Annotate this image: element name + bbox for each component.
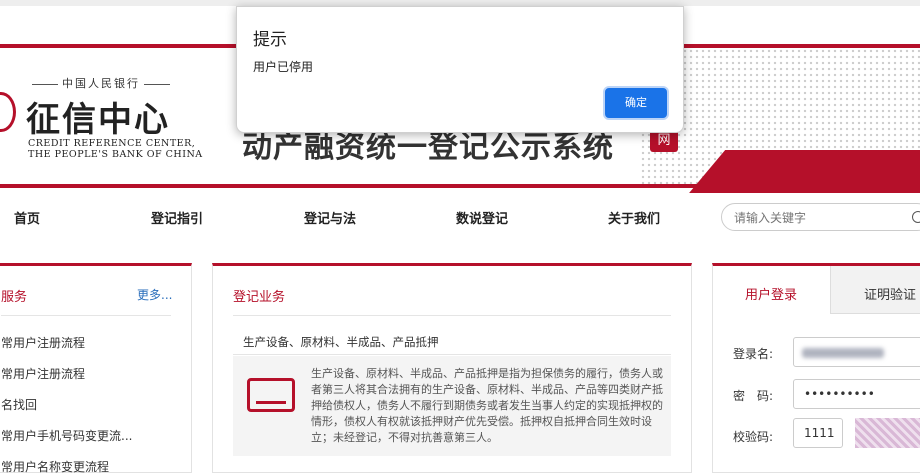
services-more-link[interactable]: 更多... (137, 286, 172, 303)
divider (233, 354, 671, 355)
services-panel: 服务 更多... 常用户注册流程 常用户注册流程 名找回 常用户手机号码变更流.… (0, 263, 192, 475)
dialog-message: 用户已停用 (253, 60, 314, 74)
nav-law[interactable]: 登记与法 (304, 208, 356, 227)
service-link[interactable]: 常用户名称变更流程 (1, 458, 109, 475)
logo-english-line2: THE PEOPLE'S BANK OF CHINA (28, 149, 203, 160)
divider (233, 315, 671, 316)
nav-stats[interactable]: 数说登记 (456, 208, 508, 227)
registration-title: 登记业务 (233, 290, 286, 305)
logo-english-line1: CREDIT REFERENCE CENTER, (28, 138, 196, 149)
system-badge: 网 (650, 130, 678, 152)
nav-guide[interactable]: 登记指引 (151, 208, 203, 227)
password-field[interactable] (793, 379, 920, 409)
equipment-icon (247, 378, 295, 412)
ok-button[interactable]: 确定 (605, 88, 667, 118)
logo-english: CREDIT REFERENCE CENTER, THE PEOPLE'S BA… (28, 138, 203, 160)
username-value-redacted (802, 348, 884, 358)
tab-cert-verify-label: 证明验证 (864, 288, 917, 303)
registration-panel: 登记业务 生产设备、原材料、半成品、产品抵押 生产设备、原材料、半成品、产品抵押… (212, 263, 692, 473)
nav-home[interactable]: 首页 (14, 208, 40, 227)
captcha-image[interactable] (855, 418, 920, 448)
alert-dialog: 提示 用户已停用 确定 (236, 6, 684, 133)
nav-about[interactable]: 关于我们 (608, 208, 660, 227)
password-label: 密 码: (733, 389, 774, 403)
registration-description: 生产设备、原材料、半成品、产品抵押是指为担保债务的履行，债务人或者第三人将其合法… (311, 367, 663, 444)
tab-cert-verify[interactable]: 证明验证 (831, 266, 920, 314)
divider (1, 315, 171, 316)
registration-subtitle[interactable]: 生产设备、原材料、半成品、产品抵押 (243, 334, 439, 350)
tab-user-login[interactable]: 用户登录 (713, 266, 831, 314)
search-input[interactable] (732, 210, 902, 226)
logo-title: 征信中心 (26, 100, 170, 140)
captcha-input[interactable] (802, 425, 840, 441)
logo-pboc-label: 中国人民银行 (28, 75, 174, 91)
search-box (721, 203, 920, 231)
captcha-label: 校验码: (733, 430, 774, 444)
login-panel: 用户登录 证明验证 登录名: 密 码: 校验码: (712, 263, 920, 473)
service-link[interactable]: 常用户注册流程 (1, 365, 85, 382)
captcha-field[interactable] (793, 418, 843, 448)
username-label: 登录名: (733, 347, 774, 361)
service-link[interactable]: 常用户注册流程 (1, 334, 85, 351)
search-icon[interactable] (912, 211, 920, 223)
services-title: 服务 (1, 290, 28, 305)
banner-bottom-rule (0, 184, 920, 188)
service-link[interactable]: 名找回 (1, 396, 37, 413)
registration-card[interactable]: 生产设备、原材料、半成品、产品抵押是指为担保债务的履行，债务人或者第三人将其合法… (233, 356, 671, 456)
password-input[interactable] (802, 386, 920, 402)
username-field[interactable] (793, 337, 920, 367)
tab-user-login-label: 用户登录 (745, 288, 798, 303)
service-link[interactable]: 常用户手机号码变更流... (1, 427, 132, 444)
dialog-title: 提示 (253, 30, 287, 50)
